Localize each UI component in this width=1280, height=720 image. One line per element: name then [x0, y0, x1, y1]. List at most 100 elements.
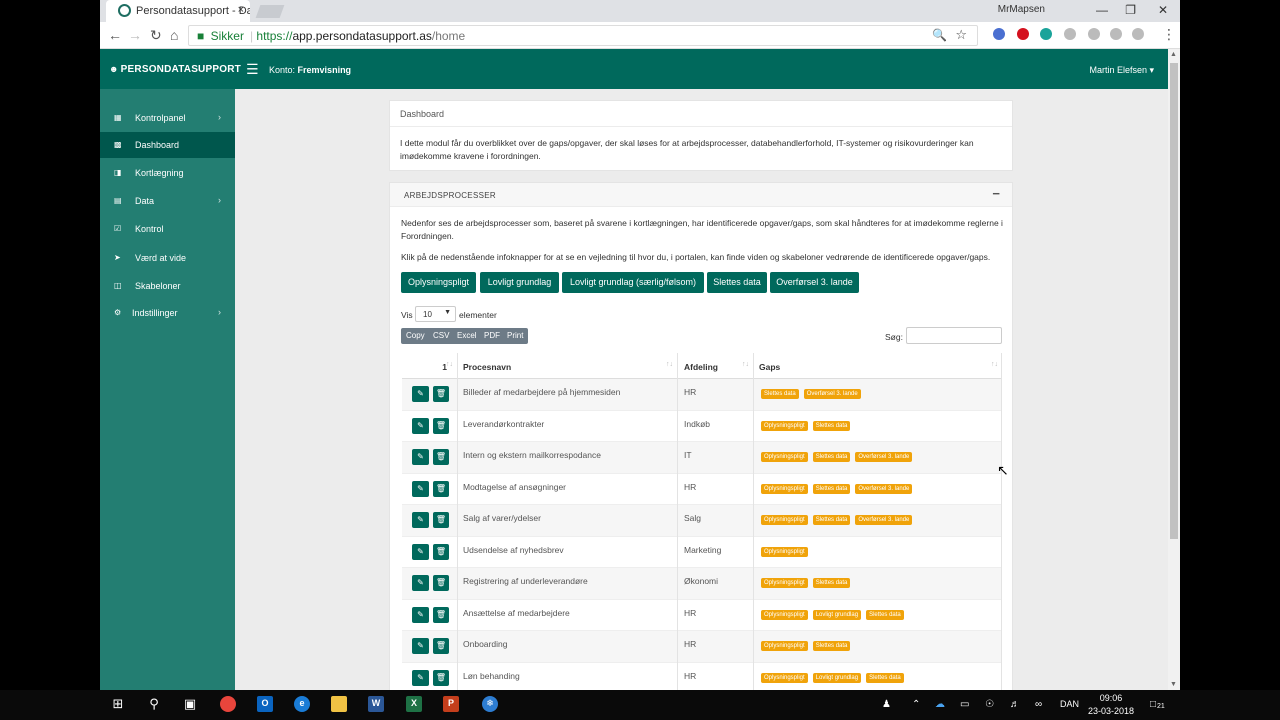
- hamburger-menu-icon[interactable]: ☰: [246, 61, 259, 78]
- tab-close-icon[interactable]: ×: [238, 4, 244, 16]
- info-button-overfoersel[interactable]: Overførsel 3. lande: [770, 272, 859, 293]
- delete-button[interactable]: 🗑: [433, 480, 449, 497]
- home-icon[interactable]: ⌂: [170, 27, 178, 43]
- sidebar-item-kortlaegning[interactable]: ◨ Kortlægning: [100, 160, 235, 186]
- search-input[interactable]: [906, 327, 1002, 344]
- column-header-index[interactable]: 1 ↑↓: [402, 353, 457, 379]
- info-button-lovligt-grundlag-saerlig[interactable]: Lovligt grundlag (særlig/følsom): [562, 272, 704, 293]
- column-header-gaps[interactable]: Gaps ↑↓: [753, 353, 1002, 379]
- extension-h-icon[interactable]: [1040, 28, 1052, 40]
- wifi-icon[interactable]: ☉: [985, 699, 994, 710]
- powerpoint-icon[interactable]: P: [443, 696, 459, 712]
- brand-logo[interactable]: ☻ PERSONDATASUPPORT: [109, 64, 241, 75]
- delete-button[interactable]: 🗑: [433, 669, 449, 686]
- bookmark-star-icon[interactable]: ☆: [955, 27, 967, 43]
- secure-label: Sikker: [210, 29, 244, 43]
- extension-opera-icon[interactable]: [1017, 28, 1029, 40]
- browser-tab[interactable]: Persondatasupport - Das ×: [106, 0, 250, 22]
- clock[interactable]: 09:06 23-03-2018: [1088, 692, 1134, 718]
- edit-button[interactable]: ✎: [412, 512, 429, 528]
- restore-icon[interactable]: ❐: [1125, 3, 1136, 17]
- minimize-icon[interactable]: —: [1096, 3, 1108, 17]
- scroll-up-icon[interactable]: ▲: [1170, 51, 1177, 58]
- extension-icon[interactable]: [1088, 28, 1100, 40]
- delete-button[interactable]: 🗑: [433, 606, 449, 623]
- sort-icon: ↑↓: [742, 361, 749, 368]
- task-view-icon[interactable]: ▣: [181, 696, 199, 714]
- zoom-icon[interactable]: 🔍: [932, 28, 947, 42]
- app-icon[interactable]: ❄: [482, 696, 498, 712]
- search-icon[interactable]: ⚲: [145, 696, 163, 714]
- sidebar-item-skabeloner[interactable]: ◫ Skabeloner: [100, 273, 235, 299]
- delete-button[interactable]: 🗑: [433, 575, 449, 591]
- sidebar-item-dashboard[interactable]: ▩ Dashboard: [100, 132, 235, 158]
- onedrive-icon[interactable]: ☁: [935, 699, 945, 710]
- volume-icon[interactable]: ♬: [1010, 699, 1020, 710]
- edit-button[interactable]: ✎: [412, 543, 429, 560]
- file-explorer-icon[interactable]: [331, 696, 347, 712]
- sidebar-item-vaerd-at-vide[interactable]: ➤ Værd at vide: [100, 245, 235, 271]
- new-tab-button[interactable]: [255, 5, 285, 18]
- back-icon[interactable]: ←: [108, 27, 122, 43]
- page-length-select[interactable]: 10 ▼: [415, 306, 456, 322]
- print-button[interactable]: Print: [507, 331, 523, 340]
- extension-translate-icon[interactable]: [993, 28, 1005, 40]
- info-button-slettes-data[interactable]: Slettes data: [707, 272, 767, 293]
- outlook-icon[interactable]: O: [257, 696, 273, 712]
- delete-button[interactable]: 🗑: [433, 512, 449, 528]
- people-icon[interactable]: ♟: [882, 699, 891, 710]
- reload-icon[interactable]: ↻: [150, 27, 162, 44]
- chrome-icon[interactable]: [220, 696, 236, 712]
- sidebar-item-indstillinger[interactable]: ⚙ Indstillinger ›: [100, 300, 235, 326]
- sort-icon: ↑↓: [446, 361, 453, 368]
- windows-start-icon[interactable]: ⊞: [109, 696, 127, 714]
- tray-expand-icon[interactable]: ⌃: [912, 699, 920, 710]
- column-header-afdeling[interactable]: Afdeling ↑↓: [677, 353, 753, 379]
- delete-button[interactable]: 🗑: [433, 543, 449, 560]
- delete-button[interactable]: 🗑: [433, 638, 449, 654]
- close-window-icon[interactable]: ✕: [1158, 3, 1168, 17]
- edit-button[interactable]: ✎: [412, 638, 429, 654]
- user-menu[interactable]: Martin Elefsen ▾: [1089, 65, 1154, 76]
- edit-button[interactable]: ✎: [412, 386, 429, 402]
- copy-button[interactable]: Copy: [406, 331, 425, 340]
- column-header-procesnavn[interactable]: Procesnavn ↑↓: [457, 353, 677, 379]
- network-icon[interactable]: ∞: [1035, 699, 1042, 710]
- browser-menu-icon[interactable]: ⋮: [1162, 26, 1176, 43]
- edit-button[interactable]: ✎: [412, 575, 429, 591]
- forward-icon[interactable]: →: [128, 27, 142, 43]
- language-indicator[interactable]: DAN: [1060, 699, 1079, 709]
- edit-button[interactable]: ✎: [412, 449, 429, 465]
- sidebar-item-data[interactable]: ▤ Data ›: [100, 188, 235, 214]
- chevron-right-icon: ›: [218, 195, 221, 205]
- battery-icon[interactable]: ▭: [960, 699, 969, 710]
- browser-profile-name[interactable]: MrMapsen: [998, 4, 1045, 15]
- excel-icon[interactable]: X: [406, 696, 422, 712]
- csv-button[interactable]: CSV: [433, 331, 449, 340]
- delete-button[interactable]: 🗑: [433, 386, 449, 402]
- delete-button[interactable]: 🗑: [433, 449, 449, 465]
- notification-icon[interactable]: □: [1150, 699, 1156, 710]
- scrollbar-thumb[interactable]: [1170, 63, 1178, 539]
- sidebar-item-kontrolpanel[interactable]: ▦ Kontrolpanel ›: [100, 105, 235, 131]
- url-input[interactable]: ■ Sikker | https://app.persondatasupport.…: [188, 25, 978, 46]
- excel-button[interactable]: Excel: [457, 331, 477, 340]
- edit-button[interactable]: ✎: [412, 606, 429, 623]
- pdf-button[interactable]: PDF: [484, 331, 500, 340]
- extension-icon[interactable]: [1110, 28, 1122, 40]
- info-button-lovligt-grundlag[interactable]: Lovligt grundlag: [480, 272, 559, 293]
- edge-icon[interactable]: e: [294, 696, 310, 712]
- delete-button[interactable]: 🗑: [433, 417, 449, 434]
- sidebar-item-kontrol[interactable]: ☑ Kontrol: [100, 216, 235, 242]
- extension-icon[interactable]: [1064, 28, 1076, 40]
- extension-icon[interactable]: [1132, 28, 1144, 40]
- word-icon[interactable]: W: [368, 696, 384, 712]
- page-scrollbar[interactable]: ▲ ▼: [1168, 49, 1180, 690]
- edit-button[interactable]: ✎: [412, 480, 429, 497]
- edit-button[interactable]: ✎: [412, 669, 429, 686]
- info-button-oplysningspligt[interactable]: Oplysningspligt: [401, 272, 476, 293]
- favicon-icon: [118, 4, 131, 17]
- scroll-down-icon[interactable]: ▼: [1170, 681, 1177, 688]
- edit-button[interactable]: ✎: [412, 417, 429, 434]
- collapse-icon[interactable]: −: [992, 186, 1000, 201]
